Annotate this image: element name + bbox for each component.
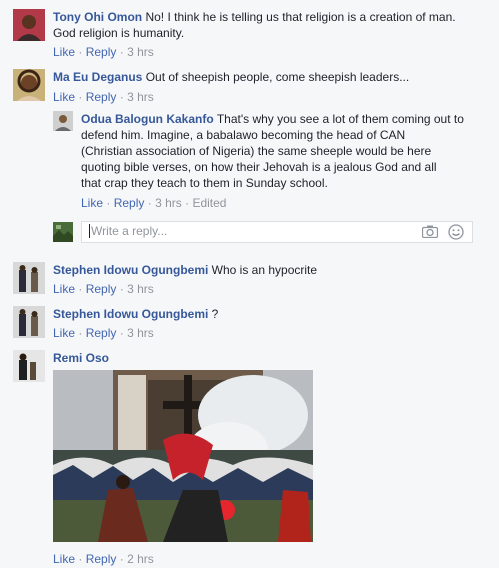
avatar-photo [13, 262, 45, 294]
separator: · [78, 45, 83, 59]
avatar-photo [53, 111, 73, 131]
avatar-photo [13, 69, 45, 101]
commenter-name[interactable]: Odua Balogun Kakanfo [81, 112, 214, 126]
like-link[interactable]: Like [53, 552, 75, 566]
comment-text: quoting bible verses, on how their Jehov… [81, 160, 437, 174]
separator: · [78, 90, 83, 104]
comment-actions: Like · Reply · 3 hrs [53, 45, 154, 59]
comment-text: That's why you see a lot of them coming … [216, 112, 464, 126]
separator: · [78, 326, 83, 340]
comment-actions: Like · Reply · 3 hrs [53, 90, 154, 104]
reply-link[interactable]: Reply [86, 45, 117, 59]
reply-link[interactable]: Reply [86, 282, 117, 296]
reply-box[interactable]: Write a reply... [81, 221, 473, 243]
photo-image [53, 370, 313, 542]
separator: · [78, 282, 83, 296]
timestamp[interactable]: 3 hrs [127, 282, 154, 296]
nested-reply: Odua Balogun Kakanfo That's why you see … [81, 111, 491, 191]
edited-label[interactable]: Edited [192, 196, 226, 210]
reply-link[interactable]: Reply [86, 90, 117, 104]
avatar-photo [53, 222, 73, 242]
comment-text: Out of sheepish people, come sheepish le… [145, 70, 410, 84]
comment-text: God religion is humanity. [53, 26, 185, 40]
comment-actions: Like · Reply · 2 hrs [53, 552, 154, 566]
separator: · [119, 282, 124, 296]
timestamp[interactable]: 3 hrs [155, 196, 182, 210]
like-link[interactable]: Like [53, 45, 75, 59]
comment-actions: Like · Reply · 3 hrs · Edited [81, 196, 226, 210]
like-link[interactable]: Like [53, 326, 75, 340]
comment-text: Who is an hypocrite [211, 263, 318, 277]
avatar[interactable] [13, 69, 45, 101]
comment-text: (Christian association of Nigeria) the s… [81, 144, 432, 158]
separator: · [106, 196, 111, 210]
comment-actions: Like · Reply · 3 hrs [53, 282, 154, 296]
commenter-name[interactable]: Stephen Idowu Ogungbemi [53, 263, 208, 277]
comment-text: ? [211, 307, 219, 321]
reply-link[interactable]: Reply [86, 552, 117, 566]
reply-link[interactable]: Reply [86, 326, 117, 340]
commenter-name[interactable]: Remi Oso [53, 351, 109, 365]
separator: · [119, 90, 124, 104]
avatar[interactable] [13, 306, 45, 338]
comment-actions: Like · Reply · 3 hrs [53, 326, 154, 340]
commenter-name[interactable]: Stephen Idowu Ogungbemi [53, 307, 208, 321]
comment-text: No! I think he is telling us that religi… [145, 10, 456, 24]
comment: Remi Oso [53, 350, 493, 366]
attached-photo[interactable] [53, 370, 313, 542]
timestamp[interactable]: 3 hrs [127, 90, 154, 104]
avatar [53, 222, 73, 242]
avatar-photo [13, 350, 45, 382]
separator: · [78, 552, 83, 566]
avatar-photo [13, 9, 45, 41]
timestamp[interactable]: 3 hrs [127, 326, 154, 340]
reply-input[interactable]: Write a reply... [89, 224, 167, 238]
separator: · [119, 326, 124, 340]
comment-text: that crap they teach to them in Sunday s… [81, 176, 328, 190]
avatar[interactable] [13, 262, 45, 294]
like-link[interactable]: Like [53, 90, 75, 104]
separator: · [119, 552, 124, 566]
like-link[interactable]: Like [53, 282, 75, 296]
comment: Stephen Idowu Ogungbemi ? [53, 306, 493, 322]
avatar[interactable] [13, 9, 45, 41]
separator: · [147, 196, 152, 210]
timestamp[interactable]: 2 hrs [127, 552, 154, 566]
reply-link[interactable]: Reply [114, 196, 145, 210]
avatar[interactable] [53, 111, 73, 131]
separator: · [119, 45, 124, 59]
comment: Ma Eu Deganus Out of sheepish people, co… [53, 69, 493, 85]
comment: Tony Ohi Omon No! I think he is telling … [53, 9, 493, 41]
avatar[interactable] [13, 350, 45, 382]
separator: · [185, 196, 190, 210]
comment-text: defend him. Imagine, a babalawo becoming… [81, 128, 406, 142]
avatar-photo [13, 306, 45, 338]
comment: Stephen Idowu Ogungbemi Who is an hypocr… [53, 262, 493, 278]
timestamp[interactable]: 3 hrs [127, 45, 154, 59]
commenter-name[interactable]: Ma Eu Deganus [53, 70, 142, 84]
smiley-icon[interactable] [448, 224, 464, 243]
like-link[interactable]: Like [81, 196, 103, 210]
commenter-name[interactable]: Tony Ohi Omon [53, 10, 142, 24]
camera-icon[interactable] [421, 225, 439, 241]
